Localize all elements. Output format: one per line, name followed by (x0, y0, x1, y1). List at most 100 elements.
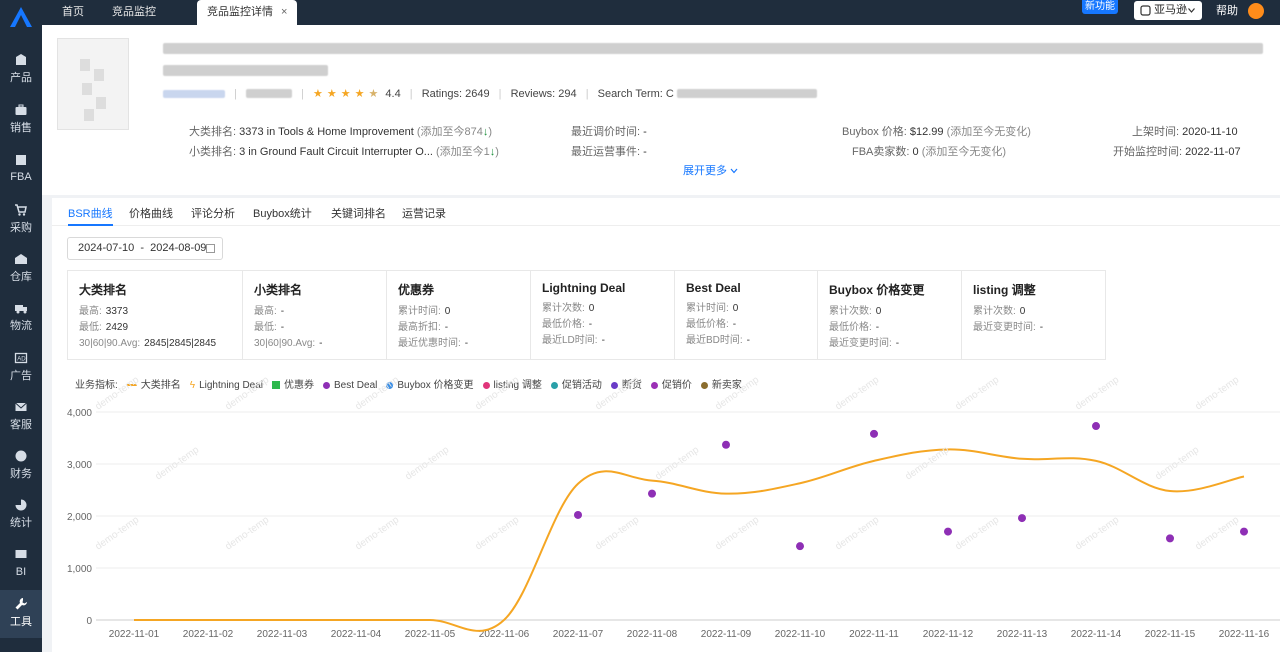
listed-value: 2020-11-10 (1182, 126, 1238, 138)
x-tick-label: 2022-11-16 (1219, 629, 1270, 640)
stat-value: - (1039, 322, 1044, 333)
sidebar-item-10[interactable]: BI (0, 541, 42, 589)
sidebar-item-2[interactable]: FBA (0, 146, 42, 194)
legend-item[interactable]: listing 调整 (482, 376, 542, 391)
x-tick-label: 2022-11-09 (701, 629, 752, 640)
svg-text:AD: AD (17, 357, 26, 363)
new-feature-button[interactable]: 新功能 (1082, 0, 1118, 14)
sidebar-item-label: 采购 (10, 222, 32, 234)
legend-item[interactable]: 大类排名 (126, 376, 181, 391)
legend-item-label: 优惠券 (284, 380, 315, 391)
tab-competitor-detail[interactable]: 竞品监控详情 × (197, 0, 298, 25)
stat-row: 最低价格: - (686, 317, 806, 333)
legend-item-label: Best Deal (334, 380, 378, 391)
sidebar-item-1[interactable]: 销售 (0, 96, 42, 144)
close-icon[interactable]: × (281, 6, 287, 18)
tab-home[interactable]: 首页 (52, 0, 94, 25)
dot-swatch-icon (323, 381, 331, 389)
legend-item[interactable]: ϟ Lightning Deal (190, 380, 263, 391)
tab-ops-records[interactable]: 运营记录 (402, 205, 446, 221)
legend-item[interactable]: 断货 (610, 376, 642, 391)
stat-value: - (601, 335, 605, 346)
briefcase-icon (15, 104, 27, 115)
legend-item[interactable]: Buybox 价格变更 (386, 376, 474, 391)
stat-value: - (280, 322, 285, 333)
tab-bsr-curve[interactable]: BSR曲线 (68, 205, 113, 226)
tab-label: 竞品监控 (112, 6, 156, 18)
legend-item[interactable]: 优惠券 (272, 376, 314, 391)
event-marker[interactable] (870, 429, 878, 438)
legend-item[interactable]: 促销活动 (550, 376, 602, 391)
sidebar-item-label: 仓库 (10, 271, 32, 283)
event-marker[interactable] (1240, 527, 1248, 536)
fba-sellers-value: 0 (912, 146, 919, 158)
stat-key: 最低价格: (542, 319, 585, 330)
stat-value: - (319, 338, 323, 349)
stat-row: 最近LD时间: - (542, 333, 663, 349)
sidebar-item-9[interactable]: 统计 (0, 491, 42, 539)
stat-key: 最近变更时间: (973, 322, 1036, 333)
sidebar-item-5[interactable]: 物流 (0, 294, 42, 342)
legend-item[interactable]: 新卖家 (700, 376, 742, 391)
sidebar-item-0[interactable]: 产品 (0, 46, 42, 94)
sidebar-item-11[interactable]: 工具 (0, 590, 42, 638)
legend-item-label: Lightning Deal (199, 380, 264, 391)
stat-card-title: 小类排名 (254, 283, 303, 297)
event-marker[interactable] (1166, 534, 1174, 543)
sidebar-item-6[interactable]: AD 广告 (0, 344, 42, 392)
event-marker[interactable] (574, 510, 582, 519)
x-tick-label: 2022-11-03 (257, 629, 308, 640)
y-tick-label: 4,000 (67, 408, 92, 419)
sidebar-item-label: 物流 (10, 320, 32, 332)
event-marker[interactable] (944, 527, 952, 536)
sidebar-item-4[interactable]: 仓库 (0, 245, 42, 293)
date-range-picker[interactable]: 2024-07-10 - 2024-08-09 (67, 237, 223, 260)
coupon-icon (272, 381, 281, 390)
tab-price-curve[interactable]: 价格曲线 (129, 205, 173, 221)
event-marker[interactable] (648, 489, 656, 498)
event-marker[interactable] (1092, 422, 1100, 431)
x-tick-label: 2022-11-05 (405, 629, 456, 640)
amazon-icon (1140, 5, 1151, 16)
fba-sellers-row: FBA卖家数: 0 (添加至今无变化) (852, 143, 1006, 159)
help-link[interactable]: 帮助 (1216, 0, 1238, 22)
calendar-icon (206, 244, 215, 253)
stat-value: 0 (588, 303, 595, 314)
stat-value: - (588, 319, 593, 330)
stat-key: 最低: (254, 322, 277, 333)
legend-item[interactable]: 促销价 (650, 376, 692, 391)
small-rank-value: 3 in Ground Fault Circuit Interrupter O.… (239, 146, 433, 158)
user-avatar-icon[interactable] (1248, 3, 1264, 19)
expand-more-label: 展开更多 (683, 165, 727, 177)
stat-key: 最低: (79, 322, 102, 333)
event-marker[interactable] (722, 440, 730, 449)
stat-row: 最低: 2429 (79, 320, 231, 336)
marketplace-select[interactable]: 亚马逊 (1134, 1, 1202, 20)
event-marker[interactable] (1018, 514, 1026, 523)
dot-swatch-icon (700, 381, 708, 389)
sidebar-item-8[interactable]: 财务 (0, 442, 42, 490)
dot-swatch-icon (386, 381, 394, 389)
stat-card-title: 大类排名 (79, 283, 128, 297)
detail-tabs: BSR曲线 价格曲线 评论分析 Buybox统计 关键词排名 运营记录 (52, 198, 1280, 226)
tab-buybox-stats[interactable]: Buybox统计 (253, 205, 312, 221)
stat-key: 30|60|90.Avg: (79, 338, 141, 349)
stat-value: 2429 (105, 322, 129, 333)
stat-key: 累计时间: (686, 303, 729, 314)
tab-keyword-rank[interactable]: 关键词排名 (331, 205, 386, 221)
sidebar-item-7[interactable]: 客服 (0, 393, 42, 441)
tab-competitor-monitor[interactable]: 竞品监控 (102, 0, 166, 25)
app-logo-icon[interactable] (9, 6, 33, 28)
stat-value: - (464, 338, 469, 349)
tab-review-analysis[interactable]: 评论分析 (191, 205, 235, 221)
stat-row: 最低价格: - (829, 320, 950, 336)
expand-more-link[interactable]: 展开更多 (683, 162, 738, 178)
stat-card: Lightning Deal 累计次数: 0 最低价格: - 最近LD时间: - (531, 271, 675, 359)
product-image[interactable] (57, 38, 129, 130)
sidebar-item-3[interactable]: 采购 (0, 196, 42, 244)
stat-card: 优惠券 累计时间: 0 最高折扣: - 最近优惠时间: - (387, 271, 531, 359)
event-marker[interactable] (796, 542, 804, 551)
big-rank-note-end: ) (488, 126, 493, 138)
series-line-bsr[interactable] (134, 448, 1245, 632)
legend-item[interactable]: Best Deal (323, 380, 377, 391)
